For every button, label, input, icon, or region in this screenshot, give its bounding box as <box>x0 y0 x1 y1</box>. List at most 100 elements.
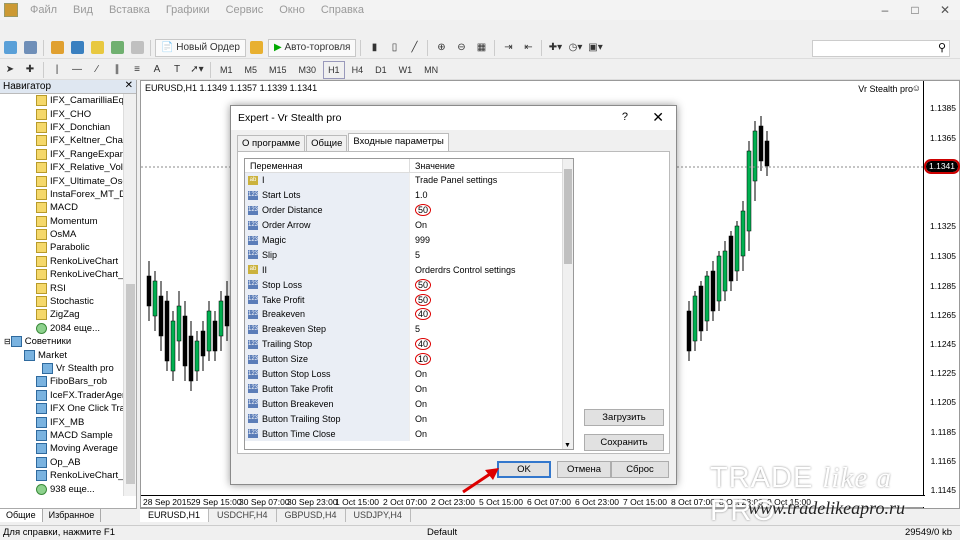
menu-view[interactable]: Вид <box>65 4 101 16</box>
navigator-item[interactable]: 2084 еще... <box>0 322 124 335</box>
param-value-cell[interactable]: 50 <box>410 204 432 217</box>
param-row[interactable]: 123 Breakeven 40 <box>245 307 573 322</box>
param-value-cell[interactable]: On <box>410 429 427 439</box>
menu-tools[interactable]: Сервис <box>218 4 272 16</box>
minimize-icon[interactable]: – <box>870 0 900 20</box>
param-row[interactable]: 123 Start Lots 1.0 <box>245 187 573 203</box>
navigator-item[interactable]: InstaForex_MT_De <box>0 188 124 201</box>
tf-m1[interactable]: M1 <box>215 61 238 79</box>
data-window-icon[interactable] <box>68 39 86 57</box>
navigator-item[interactable]: IFX_Relative_Volat <box>0 161 124 174</box>
param-row[interactable]: 123 Take Profit 50 <box>245 292 573 308</box>
navigator-scrollbar[interactable] <box>123 94 136 496</box>
param-row[interactable]: 123 Breakeven Step 5 <box>245 321 573 337</box>
templates-icon[interactable]: ▣▾ <box>586 39 604 57</box>
param-value-cell[interactable]: On <box>410 369 427 379</box>
tile-icon[interactable]: ▦ <box>472 39 490 57</box>
param-row[interactable]: 123 Stop Loss 50 <box>245 277 573 293</box>
navigator-item[interactable]: MACD <box>0 201 124 214</box>
navigator-item[interactable]: IFX One Click Trad <box>0 402 124 415</box>
navigator-item[interactable]: ⊟ Советники <box>0 335 124 348</box>
navigator-item[interactable]: RenkoLiveChart_v2 <box>0 469 124 482</box>
navigator-item[interactable]: IFX_RangeExpansi <box>0 148 124 161</box>
param-value-cell[interactable]: 40 <box>410 308 432 321</box>
navigator-icon[interactable] <box>88 39 106 57</box>
dialog-help-icon[interactable]: ? <box>622 111 628 123</box>
param-value-cell[interactable]: On <box>410 399 427 409</box>
save-button[interactable]: Сохранить <box>584 434 664 451</box>
param-value-cell[interactable]: On <box>410 414 427 424</box>
bar-chart-icon[interactable]: ▮ <box>365 39 383 57</box>
tab-favorites[interactable]: Избранное <box>43 509 102 522</box>
ok-button[interactable]: OK <box>497 461 551 478</box>
trendline-icon[interactable]: ∕ <box>88 61 106 79</box>
reset-button[interactable]: Сброс <box>611 461 669 478</box>
tf-h4[interactable]: H4 <box>347 61 369 79</box>
chart-tab-eurusd[interactable]: EURUSD,H1 <box>140 509 210 522</box>
text-icon[interactable]: A <box>148 61 166 79</box>
params-scrollbar[interactable]: ▼ <box>562 159 573 449</box>
tester-icon[interactable] <box>128 39 146 57</box>
param-value-cell[interactable]: 999 <box>410 235 430 245</box>
navigator-item[interactable]: IFX_Donchian <box>0 121 124 134</box>
param-row[interactable]: ab I Trade Panel settings <box>245 173 573 188</box>
navigator-item[interactable]: RenkoLiveChart_v2 <box>0 268 124 281</box>
navigator-item[interactable]: Parabolic <box>0 241 124 254</box>
cancel-button[interactable]: Отмена <box>557 461 611 478</box>
periods-icon[interactable]: ◷▾ <box>566 39 584 57</box>
chart-tab-usdjpy[interactable]: USDJPY,H4 <box>346 509 411 522</box>
param-row[interactable]: 123 Button Time Close On <box>245 426 573 442</box>
tab-about[interactable]: О программе <box>237 135 306 151</box>
tf-h1[interactable]: H1 <box>323 60 345 79</box>
meta-editor-icon[interactable] <box>248 39 266 57</box>
navigator-item[interactable]: IFX_Keltner_Chann <box>0 134 124 147</box>
param-row[interactable]: ab II Orderdrs Control settings <box>245 262 573 278</box>
market-watch-icon[interactable] <box>48 39 66 57</box>
param-row[interactable]: 123 Button Size 10 <box>245 351 573 367</box>
tf-m15[interactable]: M15 <box>264 61 292 79</box>
param-value-cell[interactable]: On <box>410 384 427 394</box>
tf-mn[interactable]: MN <box>419 61 443 79</box>
tree-toggle-icon[interactable]: ⊟ <box>4 337 11 346</box>
chart-tab-usdchf[interactable]: USDCHF,H4 <box>209 509 277 522</box>
scroll-down-icon[interactable]: ▼ <box>564 442 571 449</box>
zoom-out-icon[interactable]: ⊖ <box>452 39 470 57</box>
tf-m30[interactable]: M30 <box>294 61 322 79</box>
param-value-cell[interactable]: On <box>410 220 427 230</box>
param-row[interactable]: 123 Button Take Profit On <box>245 381 573 397</box>
search-input[interactable] <box>812 40 950 57</box>
navigator-item[interactable]: Stochastic <box>0 295 124 308</box>
menu-insert[interactable]: Вставка <box>101 4 158 16</box>
channel-icon[interactable]: ∥ <box>108 61 126 79</box>
param-row[interactable]: 123 Order Distance 50 <box>245 202 573 218</box>
navigator-item[interactable]: Op_AB <box>0 456 124 469</box>
navigator-item[interactable]: MACD Sample <box>0 429 124 442</box>
navigator-item[interactable]: IFX_CHO <box>0 107 124 120</box>
param-row[interactable]: 123 Button Stop Loss On <box>245 366 573 382</box>
menu-help[interactable]: Справка <box>313 4 372 16</box>
navigator-item[interactable]: IceFX.TraderAgent <box>0 389 124 402</box>
param-value-cell[interactable]: 1.0 <box>410 190 428 200</box>
param-value-cell[interactable]: Orderdrs Control settings <box>410 265 516 275</box>
chart-tab-gbpusd[interactable]: GBPUSD,H4 <box>277 509 346 522</box>
navigator-item[interactable]: OsMA <box>0 228 124 241</box>
load-button[interactable]: Загрузить <box>584 409 664 426</box>
param-value-cell[interactable]: 5 <box>410 324 420 334</box>
autotrading-button[interactable]: ▶ Авто-торговля <box>267 38 357 57</box>
chart-shift-icon[interactable]: ⇤ <box>519 39 537 57</box>
close-window-icon[interactable]: ✕ <box>930 0 960 20</box>
navigator-item[interactable]: IFX_MB <box>0 415 124 428</box>
param-row[interactable]: 123 Magic 999 <box>245 232 573 248</box>
navigator-item[interactable]: 938 еще... <box>0 482 124 495</box>
param-row[interactable]: 123 Order Arrow On <box>245 217 573 233</box>
menu-file[interactable]: Файл <box>22 4 65 16</box>
profiles-icon[interactable] <box>21 39 39 57</box>
navigator-item[interactable]: Market <box>0 348 124 361</box>
indicators-icon[interactable]: ✚▾ <box>546 39 564 57</box>
horizontal-line-icon[interactable]: — <box>68 61 86 79</box>
crosshair-icon[interactable]: ✚ <box>21 61 39 79</box>
tab-common-settings[interactable]: Общие <box>306 135 348 151</box>
param-value-cell[interactable]: 5 <box>410 250 420 260</box>
tf-w1[interactable]: W1 <box>394 61 418 79</box>
param-value-cell[interactable]: 50 <box>410 278 432 291</box>
